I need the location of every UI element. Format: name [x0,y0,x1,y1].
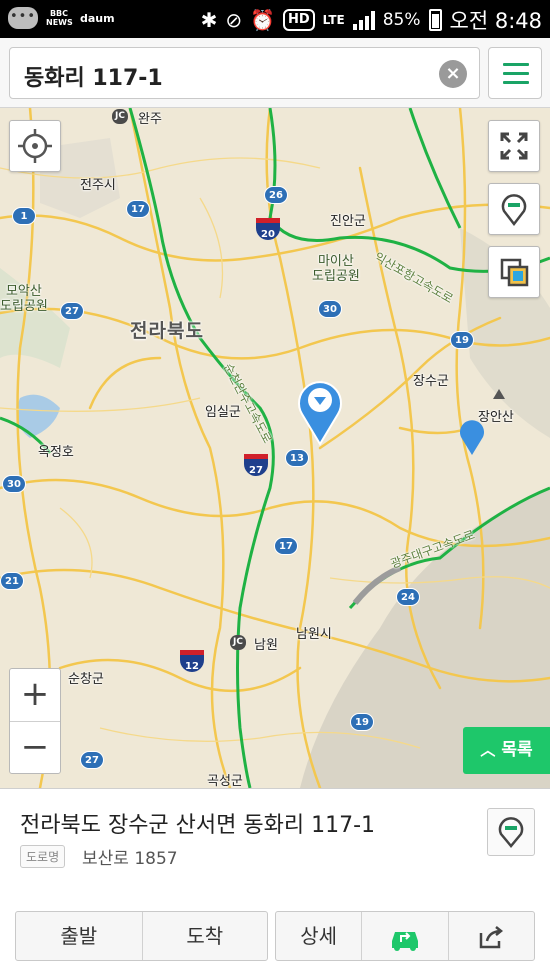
zoom-out-button[interactable]: − [10,721,60,773]
bbc-news-icon: BBC NEWS [46,9,73,27]
hd-icon: HD [283,9,315,31]
route-shield: 1 [12,207,36,225]
battery-percent: 85% [382,10,421,30]
share-icon [480,926,504,949]
route-shield: 13 [285,449,309,467]
list-button-label: 목록 [501,740,533,760]
map-label-namwon-city: 남원시 [296,627,332,642]
jc-badge: JC [230,635,246,650]
crosshair-icon [18,129,52,163]
route-shield: 19 [350,713,374,731]
zoom-control: + − [9,668,61,774]
map-label-okjeongho: 옥정호 [38,445,74,460]
search-header: 동화리 117-1 × [0,38,550,108]
map-label-imsil: 임실군 [205,405,241,420]
menu-button[interactable] [488,47,542,99]
location-pin-icon[interactable] [458,416,486,456]
route-shield: 17 [274,537,298,555]
place-address: 전라북도 장수군 산서면 동화리 117-1 [20,813,376,838]
save-location-button[interactable] [487,808,535,856]
route-shield: 26 [264,186,288,204]
fullscreen-button[interactable] [488,120,540,172]
search-query: 동화리 117-1 [24,66,163,91]
arrival-button[interactable]: 도착 [141,912,268,960]
route-shield: 27 [80,751,104,769]
zoom-in-button[interactable]: + [10,669,60,721]
layers-button[interactable] [488,246,540,298]
route-buttons: 출발 도착 [15,911,268,961]
status-bar: ••• BBC NEWS daum ✱ ⊘ ⏰ HD LTE 85% 오전 8:… [0,0,550,38]
chat-notification-icon: ••• [8,7,38,29]
route-shield: 30 [318,300,342,318]
share-button[interactable] [447,912,534,960]
car-route-button[interactable] [361,912,447,960]
map-label-province: 전라북도 [130,320,204,342]
route-shield: 30 [2,475,26,493]
battery-icon [428,9,442,31]
map-label-sunchang: 순창군 [68,672,104,687]
expand-icon [500,132,528,160]
road-name-tag: 도로명 [20,845,66,868]
hamburger-icon [503,63,529,66]
action-buttons: 상세 [275,911,535,961]
search-input[interactable]: 동화리 117-1 × [9,47,480,99]
clear-icon[interactable]: × [439,60,467,88]
map-label-jangsu: 장수군 [413,374,449,389]
mute-icon: ⊘ [225,8,243,32]
map-view[interactable]: 전주시 완주 진안군 마이산 도립공원 모악산 도립공원 전라북도 임실군 장수군 … [0,108,550,788]
map-label-maisan: 마이산 도립공원 [312,254,360,284]
jc-badge: JC [112,109,128,124]
bluetooth-icon: ✱ [200,8,218,32]
mountain-icon [493,389,505,399]
alarm-icon: ⏰ [250,8,275,32]
route-shield: 27 [60,302,84,320]
lte-icon: LTE [322,13,345,27]
layers-icon [500,258,529,287]
my-location-button[interactable] [9,120,61,172]
detail-button[interactable]: 상세 [276,912,361,960]
departure-button[interactable]: 출발 [16,912,142,960]
route-shield: 24 [396,588,420,606]
route-shield: 17 [126,200,150,218]
chevron-up-icon: ︿ [480,741,496,759]
map-label-namwon-jc: 남원 [254,638,278,653]
map-label-gokseong: 곡성군 [207,774,243,788]
route-shield: 21 [0,572,24,590]
map-label-jeonju: 전주시 [80,178,116,193]
map-label-wanju: 완주 [138,112,162,127]
map-pin-icon [498,817,524,848]
selected-location-pin-icon[interactable] [296,378,344,446]
route-shield: 19 [450,331,474,349]
map-label-jinan: 진안군 [330,214,366,229]
list-button[interactable]: ︿ 목록 [463,727,550,774]
clock: 오전 8:48 [449,9,542,33]
place-marker-button[interactable] [488,183,540,235]
car-navigation-icon [391,932,418,951]
daum-icon: daum [80,11,115,25]
map-pin-icon [501,194,527,227]
place-info-panel: 전라북도 장수군 산서면 동화리 117-1 도로명 보산로 1857 출발 도… [0,788,550,977]
road-address: 보산로 1857 [82,849,178,869]
signal-icon [352,10,375,30]
map-label-moaksan: 모악산 도립공원 [0,284,48,314]
